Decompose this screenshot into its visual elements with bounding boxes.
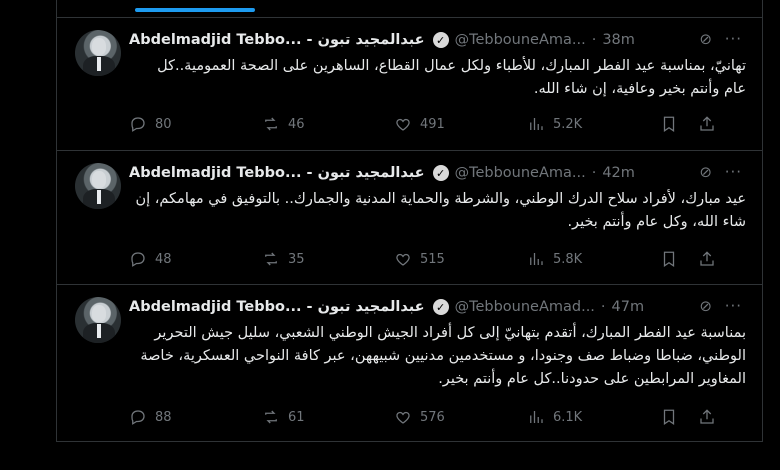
views-count: 6.1K bbox=[553, 409, 583, 425]
bookmark-icon bbox=[663, 116, 675, 132]
bookmark-button[interactable] bbox=[660, 408, 698, 426]
author-name[interactable]: Abdelmadjid Tebbo... - عبدالمجيد تبون bbox=[129, 165, 425, 181]
share-button[interactable] bbox=[698, 115, 716, 133]
verified-badge-icon: ✓ bbox=[432, 299, 449, 315]
reply-button[interactable]: 48 bbox=[129, 250, 262, 268]
repost-icon bbox=[265, 410, 277, 424]
reply-button[interactable]: 80 bbox=[129, 115, 262, 133]
reply-count: 88 bbox=[155, 409, 172, 425]
reply-count: 80 bbox=[155, 116, 172, 132]
views-button[interactable]: 6.1K bbox=[527, 408, 660, 426]
repost-button[interactable]: 46 bbox=[262, 115, 394, 133]
bookmark-icon bbox=[663, 251, 675, 267]
author-name[interactable]: Abdelmadjid Tebbo... - عبدالمجيد تبون bbox=[129, 299, 425, 315]
tweet-time[interactable]: 38m bbox=[602, 32, 635, 48]
reply-icon bbox=[131, 117, 145, 132]
more-icon[interactable]: ··· bbox=[725, 297, 742, 315]
author-name[interactable]: Abdelmadjid Tebbo... - عبدالمجيد تبون bbox=[129, 32, 425, 48]
views-button[interactable]: 5.8K bbox=[527, 250, 660, 268]
views-count: 5.8K bbox=[553, 251, 583, 267]
like-icon bbox=[396, 118, 410, 131]
repost-button[interactable]: 35 bbox=[262, 250, 394, 268]
reply-count: 48 bbox=[155, 251, 172, 267]
share-icon bbox=[700, 251, 714, 266]
like-icon bbox=[396, 253, 410, 266]
repost-count: 61 bbox=[288, 409, 305, 425]
separator-dot: · bbox=[600, 299, 606, 315]
separator-dot: · bbox=[591, 165, 597, 181]
tweet-text: عيد مبارك، لأفراد سلاح الدرك الوطني، وال… bbox=[135, 191, 746, 230]
views-count: 5.2K bbox=[553, 116, 583, 132]
reply-button[interactable]: 88 bbox=[129, 408, 262, 426]
avatar[interactable] bbox=[75, 163, 121, 209]
tweet-text: بمناسبة عيد الفطر المبارك، أتقدم بتهانيّ… bbox=[140, 325, 746, 387]
like-button[interactable]: 515 bbox=[394, 250, 527, 268]
views-icon bbox=[530, 118, 543, 130]
views-icon bbox=[530, 411, 543, 423]
repost-count: 35 bbox=[288, 251, 305, 267]
author-handle[interactable]: @TebbouneAmad... bbox=[455, 299, 595, 315]
tweet-actions: 88 61 576 6.1K bbox=[129, 407, 746, 427]
share-icon bbox=[700, 409, 714, 424]
verified-badge-icon: ✓ bbox=[432, 165, 449, 181]
tweet-header: Abdelmadjid Tebbo... - عبدالمجيد تبون ✓ … bbox=[129, 297, 746, 317]
like-button[interactable]: 491 bbox=[394, 115, 527, 133]
bookmark-button[interactable] bbox=[660, 250, 698, 268]
separator-dot: · bbox=[591, 32, 597, 48]
share-button[interactable] bbox=[698, 250, 716, 268]
author-handle[interactable]: @TebbouneAma... bbox=[455, 165, 586, 181]
like-icon bbox=[396, 411, 410, 424]
grok-icon[interactable]: ⊘ bbox=[699, 297, 712, 315]
active-tab-indicator bbox=[135, 8, 255, 12]
author-handle[interactable]: @TebbouneAma... bbox=[455, 32, 586, 48]
more-icon[interactable]: ··· bbox=[725, 30, 742, 48]
tweet-header: Abdelmadjid Tebbo... - عبدالمجيد تبون ✓ … bbox=[129, 30, 746, 50]
tweet-time[interactable]: 47m bbox=[612, 299, 645, 315]
tweet[interactable]: Abdelmadjid Tebbo... - عبدالمجيد تبون ✓ … bbox=[57, 18, 762, 151]
like-count: 491 bbox=[420, 116, 445, 132]
verified-badge-icon: ✓ bbox=[432, 32, 449, 48]
reply-icon bbox=[131, 410, 145, 425]
tweet-actions: 48 35 515 5.8K bbox=[129, 249, 746, 269]
avatar[interactable] bbox=[75, 297, 121, 343]
views-icon bbox=[530, 253, 543, 265]
repost-button[interactable]: 61 bbox=[262, 408, 394, 426]
repost-count: 46 bbox=[288, 116, 305, 132]
repost-icon bbox=[265, 252, 277, 266]
share-icon bbox=[700, 116, 714, 131]
grok-icon[interactable]: ⊘ bbox=[699, 163, 712, 181]
tweet-time[interactable]: 42m bbox=[602, 165, 635, 181]
reply-icon bbox=[131, 252, 145, 267]
repost-icon bbox=[265, 117, 277, 131]
like-button[interactable]: 576 bbox=[394, 408, 527, 426]
tweet-text: تهانيّ، بمناسبة عيد الفطر المبارك، للأطب… bbox=[157, 58, 746, 97]
grok-icon[interactable]: ⊘ bbox=[699, 30, 712, 48]
timeline: Abdelmadjid Tebbo... - عبدالمجيد تبون ✓ … bbox=[56, 0, 763, 442]
bookmark-button[interactable] bbox=[660, 115, 698, 133]
avatar[interactable] bbox=[75, 30, 121, 76]
tweet[interactable]: Abdelmadjid Tebbo... - عبدالمجيد تبون ✓ … bbox=[57, 151, 762, 285]
bookmark-icon bbox=[663, 409, 675, 425]
tweet-header: Abdelmadjid Tebbo... - عبدالمجيد تبون ✓ … bbox=[129, 163, 746, 183]
share-button[interactable] bbox=[698, 408, 716, 426]
tweet-actions: 80 46 491 5.2K bbox=[129, 114, 746, 134]
like-count: 576 bbox=[420, 409, 445, 425]
views-button[interactable]: 5.2K bbox=[527, 115, 660, 133]
more-icon[interactable]: ··· bbox=[725, 163, 742, 181]
tweet[interactable]: Abdelmadjid Tebbo... - عبدالمجيد تبون ✓ … bbox=[57, 285, 762, 441]
like-count: 515 bbox=[420, 251, 445, 267]
